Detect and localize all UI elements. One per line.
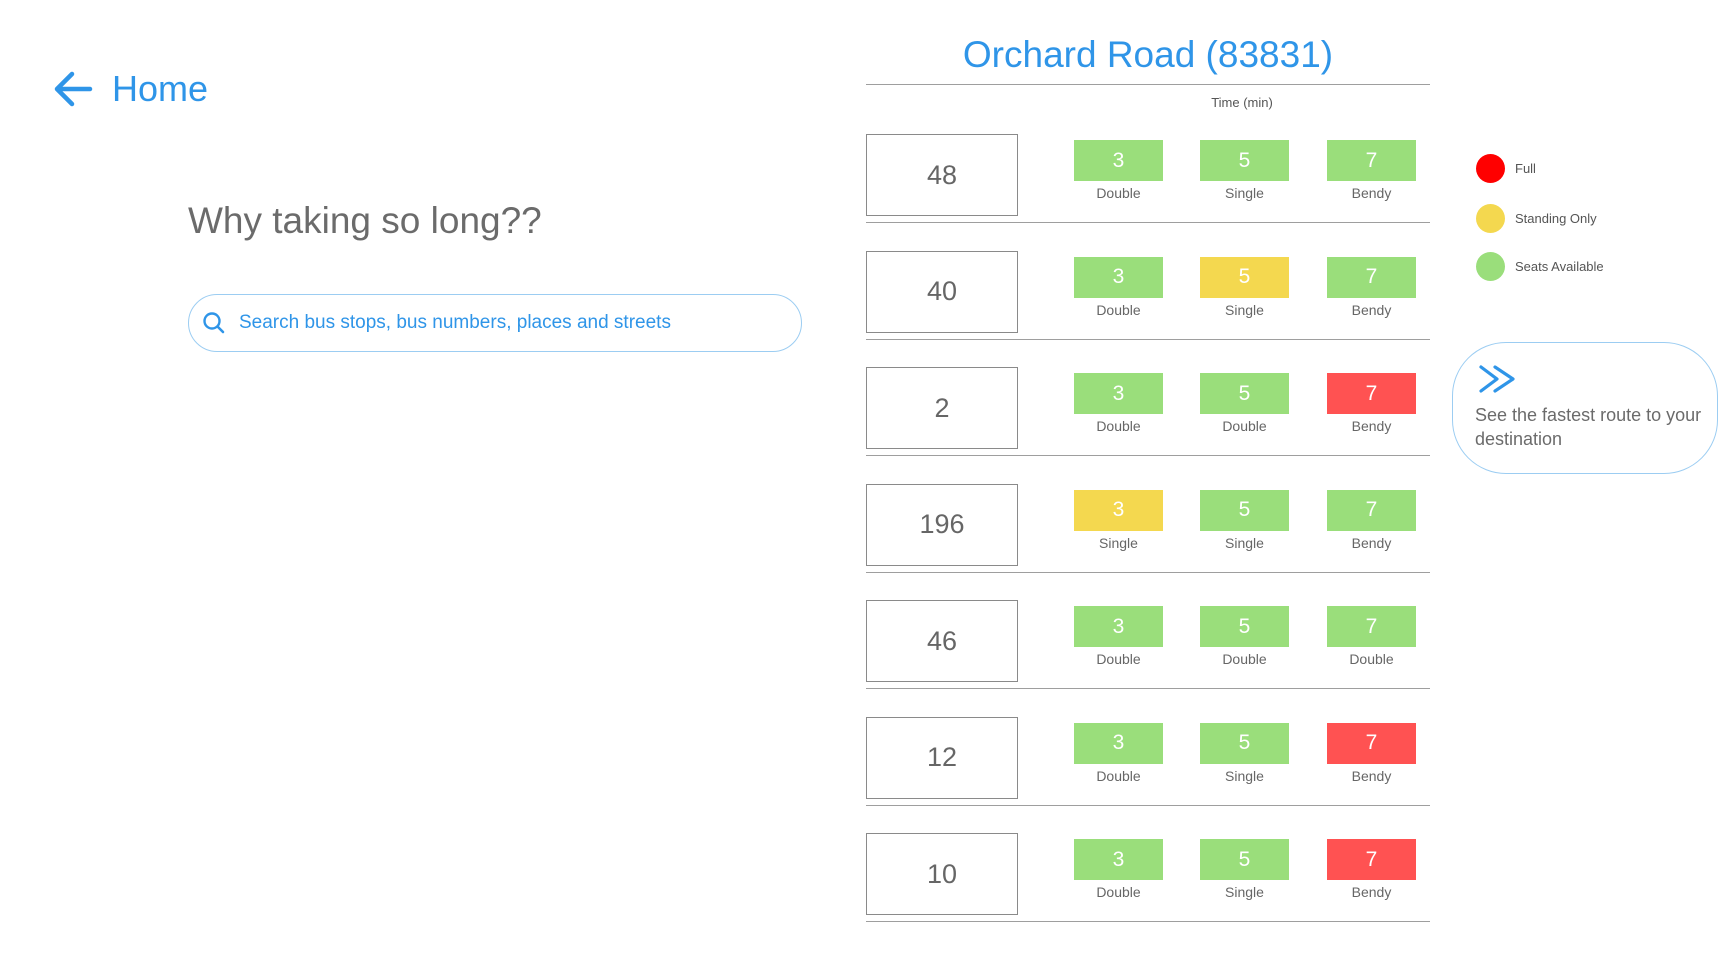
arrival-3: 7 Bendy xyxy=(1327,140,1416,201)
arrival-time-badge: 7 xyxy=(1327,256,1416,298)
bus-type-label: Double xyxy=(1349,651,1394,667)
bus-number[interactable]: 48 xyxy=(866,134,1018,216)
arrival-time-badge: 3 xyxy=(1074,140,1163,181)
row-divider xyxy=(866,338,1430,340)
legend-label: Seats Available xyxy=(1515,259,1604,274)
legend-dot xyxy=(1476,154,1505,183)
arrival-time-badge: 5 xyxy=(1200,722,1289,764)
bus-number[interactable]: 2 xyxy=(866,367,1018,449)
bus-type-label: Single xyxy=(1099,534,1138,551)
bus-type-label: Bendy xyxy=(1351,534,1392,551)
bus-number[interactable]: 10 xyxy=(866,833,1018,915)
bus-type-label: Single xyxy=(1225,884,1264,900)
arrival-time-badge: 5 xyxy=(1200,140,1289,181)
page-heading: Why taking so long?? xyxy=(188,200,542,241)
legend-item-standing: Standing Only xyxy=(1476,204,1597,233)
legend-item-full: Full xyxy=(1476,154,1536,183)
title-divider xyxy=(866,84,1430,85)
bus-type-label: Single xyxy=(1225,301,1264,318)
arrival-2: 5 Single xyxy=(1200,489,1289,551)
row-divider xyxy=(866,455,1430,456)
arrival-time-badge: 7 xyxy=(1327,373,1416,414)
search-bar[interactable] xyxy=(188,294,802,352)
legend-dot xyxy=(1476,204,1505,233)
arrival-3: 7 Bendy xyxy=(1327,722,1416,784)
bus-type-label: Double xyxy=(1096,185,1141,201)
arrival-1: 3 Double xyxy=(1074,606,1163,667)
row-divider xyxy=(866,921,1430,922)
arrival-2: 5 Single xyxy=(1200,722,1289,784)
arrival-time-badge: 5 xyxy=(1200,606,1289,647)
legend-dot xyxy=(1476,252,1505,281)
bus-stop-title: Orchard Road (83831) xyxy=(962,34,1334,75)
bus-type-label: Bendy xyxy=(1351,301,1392,318)
arrival-time-badge: 5 xyxy=(1200,373,1289,414)
row-divider xyxy=(866,688,1430,689)
arrival-time-badge: 7 xyxy=(1327,606,1416,647)
arrival-1: 3 Double xyxy=(1074,722,1163,784)
arrow-left-icon xyxy=(54,71,93,107)
bus-type-label: Double xyxy=(1096,884,1141,900)
bus-type-label: Single xyxy=(1225,767,1264,784)
bus-number[interactable]: 12 xyxy=(866,716,1018,799)
row-divider xyxy=(866,804,1430,806)
arrival-2: 5 Double xyxy=(1200,606,1289,667)
arrival-time-badge: 3 xyxy=(1074,606,1163,647)
arrival-time-badge: 3 xyxy=(1074,256,1163,298)
arrival-2: 5 Single xyxy=(1200,256,1289,318)
time-column-header: Time (min) xyxy=(1211,95,1273,110)
home-label: Home xyxy=(112,68,209,109)
search-input[interactable] xyxy=(237,311,781,335)
arrival-3: 7 Double xyxy=(1327,606,1416,667)
bus-type-label: Bendy xyxy=(1351,767,1392,784)
arrival-time-badge: 3 xyxy=(1074,489,1163,531)
fastest-route-text: See the fastest route to your destinatio… xyxy=(1475,405,1702,449)
arrival-time-badge: 5 xyxy=(1200,489,1289,531)
fastest-route-button[interactable]: See the fastest route to your destinatio… xyxy=(1452,342,1718,474)
arrival-3: 7 Bendy xyxy=(1327,373,1416,434)
arrival-1: 3 Double xyxy=(1074,373,1163,434)
arrival-time-badge: 3 xyxy=(1074,722,1163,764)
bus-type-label: Single xyxy=(1225,185,1264,201)
bus-number[interactable]: 196 xyxy=(866,483,1018,566)
arrival-time-badge: 7 xyxy=(1327,722,1416,764)
arrival-3: 7 Bendy xyxy=(1327,489,1416,551)
arrival-1: 3 Double xyxy=(1074,140,1163,201)
arrival-time-badge: 3 xyxy=(1074,839,1163,880)
bus-type-label: Bendy xyxy=(1351,418,1392,434)
bus-type-label: Single xyxy=(1225,534,1264,551)
bus-type-label: Double xyxy=(1096,651,1141,667)
legend-item-seats: Seats Available xyxy=(1476,252,1604,281)
bus-type-label: Double xyxy=(1222,418,1267,434)
arrival-time-badge: 7 xyxy=(1327,140,1416,181)
arrival-1: 3 Double xyxy=(1074,256,1163,318)
arrival-2: 5 Double xyxy=(1200,373,1289,434)
arrival-3: 7 Bendy xyxy=(1327,839,1416,900)
bus-type-label: Double xyxy=(1096,301,1141,318)
legend-label: Standing Only xyxy=(1515,211,1597,226)
arrival-1: 3 Double xyxy=(1074,839,1163,900)
bus-type-label: Bendy xyxy=(1351,884,1392,900)
arrival-2: 5 Single xyxy=(1200,839,1289,900)
bus-number[interactable]: 40 xyxy=(866,250,1018,333)
double-chevron-right-icon xyxy=(1479,365,1515,393)
legend-label: Full xyxy=(1515,161,1536,176)
row-divider xyxy=(866,571,1430,573)
arrival-time-badge: 7 xyxy=(1327,839,1416,880)
arrival-time-badge: 7 xyxy=(1327,489,1416,531)
home-back-button[interactable]: Home xyxy=(52,68,208,110)
bus-type-label: Double xyxy=(1096,418,1141,434)
arrival-3: 7 Bendy xyxy=(1327,256,1416,318)
arrival-1: 3 Single xyxy=(1074,489,1163,551)
bus-type-label: Double xyxy=(1222,651,1267,667)
arrival-2: 5 Single xyxy=(1200,140,1289,201)
row-divider xyxy=(866,222,1430,223)
arrival-time-badge: 5 xyxy=(1200,256,1289,298)
search-icon xyxy=(203,312,225,334)
bus-type-label: Bendy xyxy=(1351,185,1392,201)
arrival-time-badge: 3 xyxy=(1074,373,1163,414)
arrival-time-badge: 5 xyxy=(1200,839,1289,880)
bus-type-label: Double xyxy=(1096,767,1141,784)
bus-number[interactable]: 46 xyxy=(866,600,1018,682)
